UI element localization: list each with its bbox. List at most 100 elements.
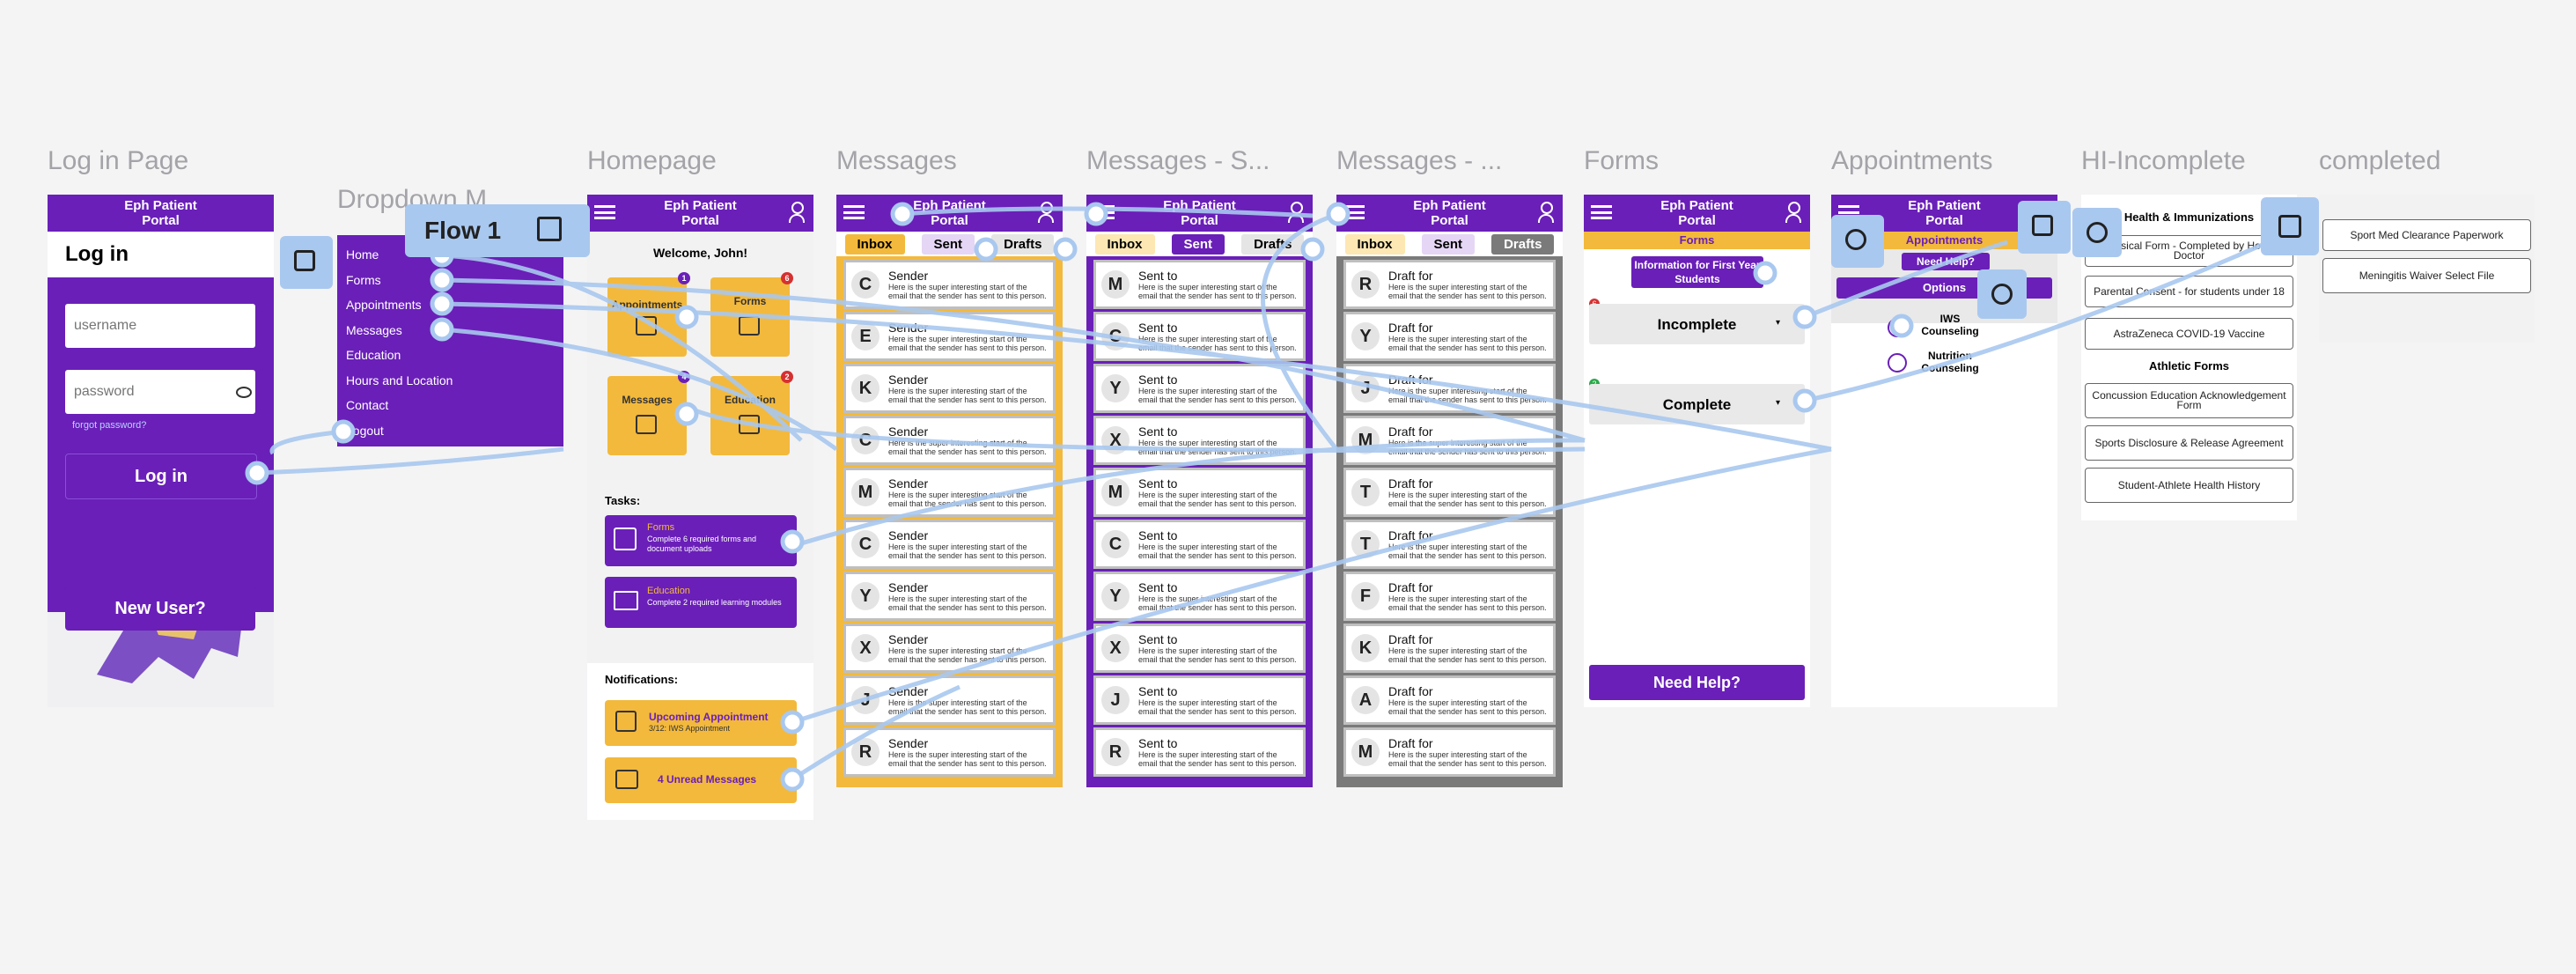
- menu-item-hours[interactable]: Hours and Location: [346, 373, 453, 399]
- message-row[interactable]: Y Sender Here is the super interesting sta…: [843, 572, 1056, 621]
- message-row[interactable]: C Sent to Here is the super interesting st…: [1093, 312, 1306, 361]
- task-forms-card[interactable]: Forms Complete 6 required forms and docu…: [605, 515, 797, 566]
- message-row[interactable]: M Draft for Here is the super interesting …: [1343, 727, 1556, 777]
- tab-inbox[interactable]: Inbox: [1094, 233, 1155, 255]
- message-row[interactable]: M Sent to Here is the super interesting st…: [1093, 468, 1306, 517]
- form-meningitis-waiver[interactable]: Meningitis Waiver Select File: [2322, 258, 2531, 293]
- message-row[interactable]: M Draft for Here is the super interesting …: [1343, 416, 1556, 465]
- menu-item-forms[interactable]: Forms: [346, 273, 453, 299]
- menu-icon[interactable]: [1343, 205, 1365, 219]
- message-text: Sent to Here is the super interesting sta…: [1138, 476, 1298, 508]
- menu-icon[interactable]: [1093, 205, 1115, 219]
- forms-tile[interactable]: 6 Forms: [710, 272, 793, 357]
- menu-icon[interactable]: [1591, 205, 1612, 219]
- menu-item-logout[interactable]: Logout: [346, 424, 453, 447]
- notification-messages-card[interactable]: 4 Unread Messages: [605, 757, 797, 803]
- message-row[interactable]: C Sender Here is the super interesting sta…: [843, 520, 1056, 569]
- flow-start-icon[interactable]: [2018, 201, 2071, 254]
- message-row[interactable]: R Sender Here is the super interesting sta…: [843, 727, 1056, 777]
- message-text: Draft for Here is the super interesting s…: [1388, 476, 1548, 508]
- form-sports-disclosure[interactable]: Sports Disclosure & Release Agreement: [2085, 425, 2293, 461]
- tab-sent[interactable]: Sent: [1421, 233, 1476, 255]
- message-row[interactable]: A Draft for Here is the super interesting …: [1343, 675, 1556, 725]
- incomplete-dropdown[interactable]: Incomplete ▾: [1589, 304, 1805, 344]
- need-help-button[interactable]: Need Help?: [1902, 253, 1990, 270]
- message-title: Draft for: [1388, 632, 1433, 646]
- message-row[interactable]: C Sent to Here is the super interesting st…: [1093, 520, 1306, 569]
- username-input[interactable]: [65, 304, 255, 348]
- eye-icon[interactable]: [236, 387, 252, 398]
- avatar: C: [1101, 530, 1130, 558]
- message-row[interactable]: K Draft for Here is the super interesting …: [1343, 624, 1556, 673]
- login-button[interactable]: Log in: [65, 454, 257, 499]
- message-row[interactable]: J Sent to Here is the super interesting st…: [1093, 675, 1306, 725]
- user-icon[interactable]: [1538, 202, 1554, 223]
- tab-inbox[interactable]: Inbox: [844, 233, 905, 255]
- need-help-button[interactable]: Need Help?: [1589, 665, 1805, 700]
- form-sport-med-clearance[interactable]: Sport Med Clearance Paperwork: [2322, 219, 2531, 251]
- tab-drafts[interactable]: Drafts: [1241, 233, 1305, 255]
- portal-title: Eph Patient Portal: [124, 198, 197, 228]
- flow-start-icon[interactable]: [1977, 269, 2027, 319]
- form-concussion[interactable]: Concussion Education Acknowledgement For…: [2085, 383, 2293, 418]
- complete-dropdown[interactable]: Complete ▾: [1589, 384, 1805, 424]
- task-title: Forms: [647, 522, 675, 533]
- menu-item-appointments[interactable]: Appointments: [346, 298, 453, 323]
- message-row[interactable]: X Sender Here is the super interesting sta…: [843, 624, 1056, 673]
- password-input[interactable]: [65, 370, 255, 414]
- message-row[interactable]: Y Sent to Here is the super interesting st…: [1093, 364, 1306, 413]
- message-row[interactable]: X Sent to Here is the super interesting st…: [1093, 416, 1306, 465]
- appointments-tile[interactable]: 1 Appointments: [607, 272, 690, 357]
- new-user-button[interactable]: New User?: [65, 587, 255, 631]
- user-icon[interactable]: [1038, 202, 1054, 223]
- menu-item-contact[interactable]: Contact: [346, 398, 453, 424]
- notification-appointment-card[interactable]: Upcoming Appointment 3/12: IWS Appointme…: [605, 700, 797, 746]
- tab-drafts[interactable]: Drafts: [991, 233, 1055, 255]
- message-row[interactable]: Y Draft for Here is the super interesting …: [1343, 312, 1556, 361]
- message-row[interactable]: R Draft for Here is the super interesting …: [1343, 260, 1556, 309]
- form-parental-consent[interactable]: Parental Consent - for students under 18: [2085, 276, 2293, 307]
- education-tile[interactable]: 2 Education: [710, 371, 793, 455]
- tab-drafts[interactable]: Drafts: [1491, 233, 1555, 255]
- message-row[interactable]: R Sent to Here is the super interesting st…: [1093, 727, 1306, 777]
- user-icon[interactable]: [1785, 202, 1801, 223]
- flow-start-icon[interactable]: [2072, 208, 2122, 257]
- portal-header: Eph Patient Portal: [836, 195, 1063, 232]
- tab-inbox[interactable]: Inbox: [1344, 233, 1405, 255]
- message-row[interactable]: C Sender Here is the super interesting sta…: [843, 260, 1056, 309]
- radio-nutrition[interactable]: [1888, 353, 1907, 373]
- flow-start-icon[interactable]: [2261, 197, 2319, 255]
- tab-sent[interactable]: Sent: [921, 233, 975, 255]
- message-row[interactable]: Y Sent to Here is the super interesting st…: [1093, 572, 1306, 621]
- message-row[interactable]: F Draft for Here is the super interesting …: [1343, 572, 1556, 621]
- radio-iws[interactable]: [1888, 318, 1907, 337]
- user-icon[interactable]: [789, 202, 805, 223]
- message-row[interactable]: E Sender Here is the super interesting sta…: [843, 312, 1056, 361]
- menu-item-education[interactable]: Education: [346, 348, 453, 373]
- message-row[interactable]: C Sender Here is the super interesting sta…: [843, 416, 1056, 465]
- menu-item-messages[interactable]: Messages: [346, 323, 453, 349]
- message-row[interactable]: M Sender Here is the super interesting sta…: [843, 468, 1056, 517]
- messages-tile[interactable]: 4 Messages: [607, 371, 690, 455]
- flow-start-icon[interactable]: [1831, 215, 1884, 268]
- message-row[interactable]: T Draft for Here is the super interesting …: [1343, 520, 1556, 569]
- first-year-info-button[interactable]: Information for First Year Students: [1631, 256, 1763, 288]
- form-covid-vaccine[interactable]: AstraZeneca COVID-19 Vaccine: [2085, 318, 2293, 350]
- message-row[interactable]: M Sent to Here is the super interesting st…: [1093, 260, 1306, 309]
- forgot-password-link[interactable]: forgot password?: [72, 420, 146, 431]
- play-icon[interactable]: [537, 217, 562, 241]
- flow-label[interactable]: Flow 1: [405, 204, 590, 257]
- flow-start-icon[interactable]: [280, 236, 333, 289]
- menu-icon[interactable]: [594, 205, 615, 219]
- message-row[interactable]: T Draft for Here is the super interesting …: [1343, 468, 1556, 517]
- message-row[interactable]: J Sender Here is the super interesting sta…: [843, 675, 1056, 725]
- menu-icon[interactable]: [843, 205, 865, 219]
- task-education-card[interactable]: Education Complete 2 required learning m…: [605, 577, 797, 628]
- settings-icon: [1991, 284, 2013, 305]
- tab-sent[interactable]: Sent: [1171, 233, 1225, 255]
- message-row[interactable]: J Draft for Here is the super interesting …: [1343, 364, 1556, 413]
- message-row[interactable]: X Sent to Here is the super interesting st…: [1093, 624, 1306, 673]
- user-icon[interactable]: [1288, 202, 1304, 223]
- form-athlete-health-history[interactable]: Student-Athlete Health History: [2085, 468, 2293, 503]
- message-row[interactable]: K Sender Here is the super interesting sta…: [843, 364, 1056, 413]
